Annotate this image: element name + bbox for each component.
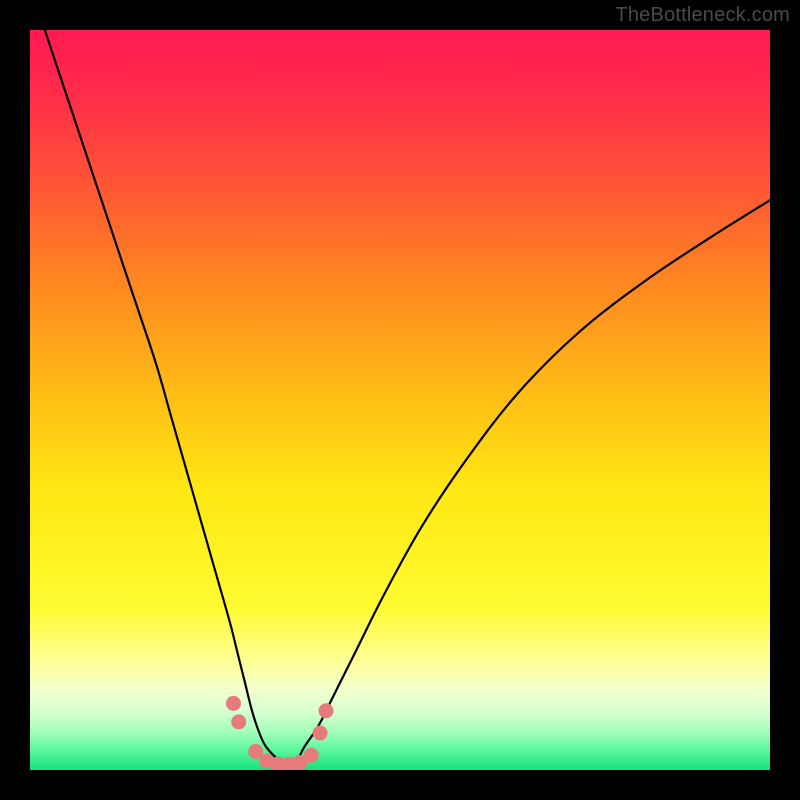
marker-point [231, 714, 246, 729]
watermark-text: TheBottleneck.com [615, 4, 790, 27]
chart-frame: TheBottleneck.com [0, 0, 800, 800]
marker-point [304, 748, 319, 763]
gradient-background [30, 30, 770, 770]
marker-point [313, 726, 328, 741]
marker-point [319, 703, 334, 718]
plot-area [30, 30, 770, 770]
bottleneck-chart [30, 30, 770, 770]
marker-point [226, 696, 241, 711]
